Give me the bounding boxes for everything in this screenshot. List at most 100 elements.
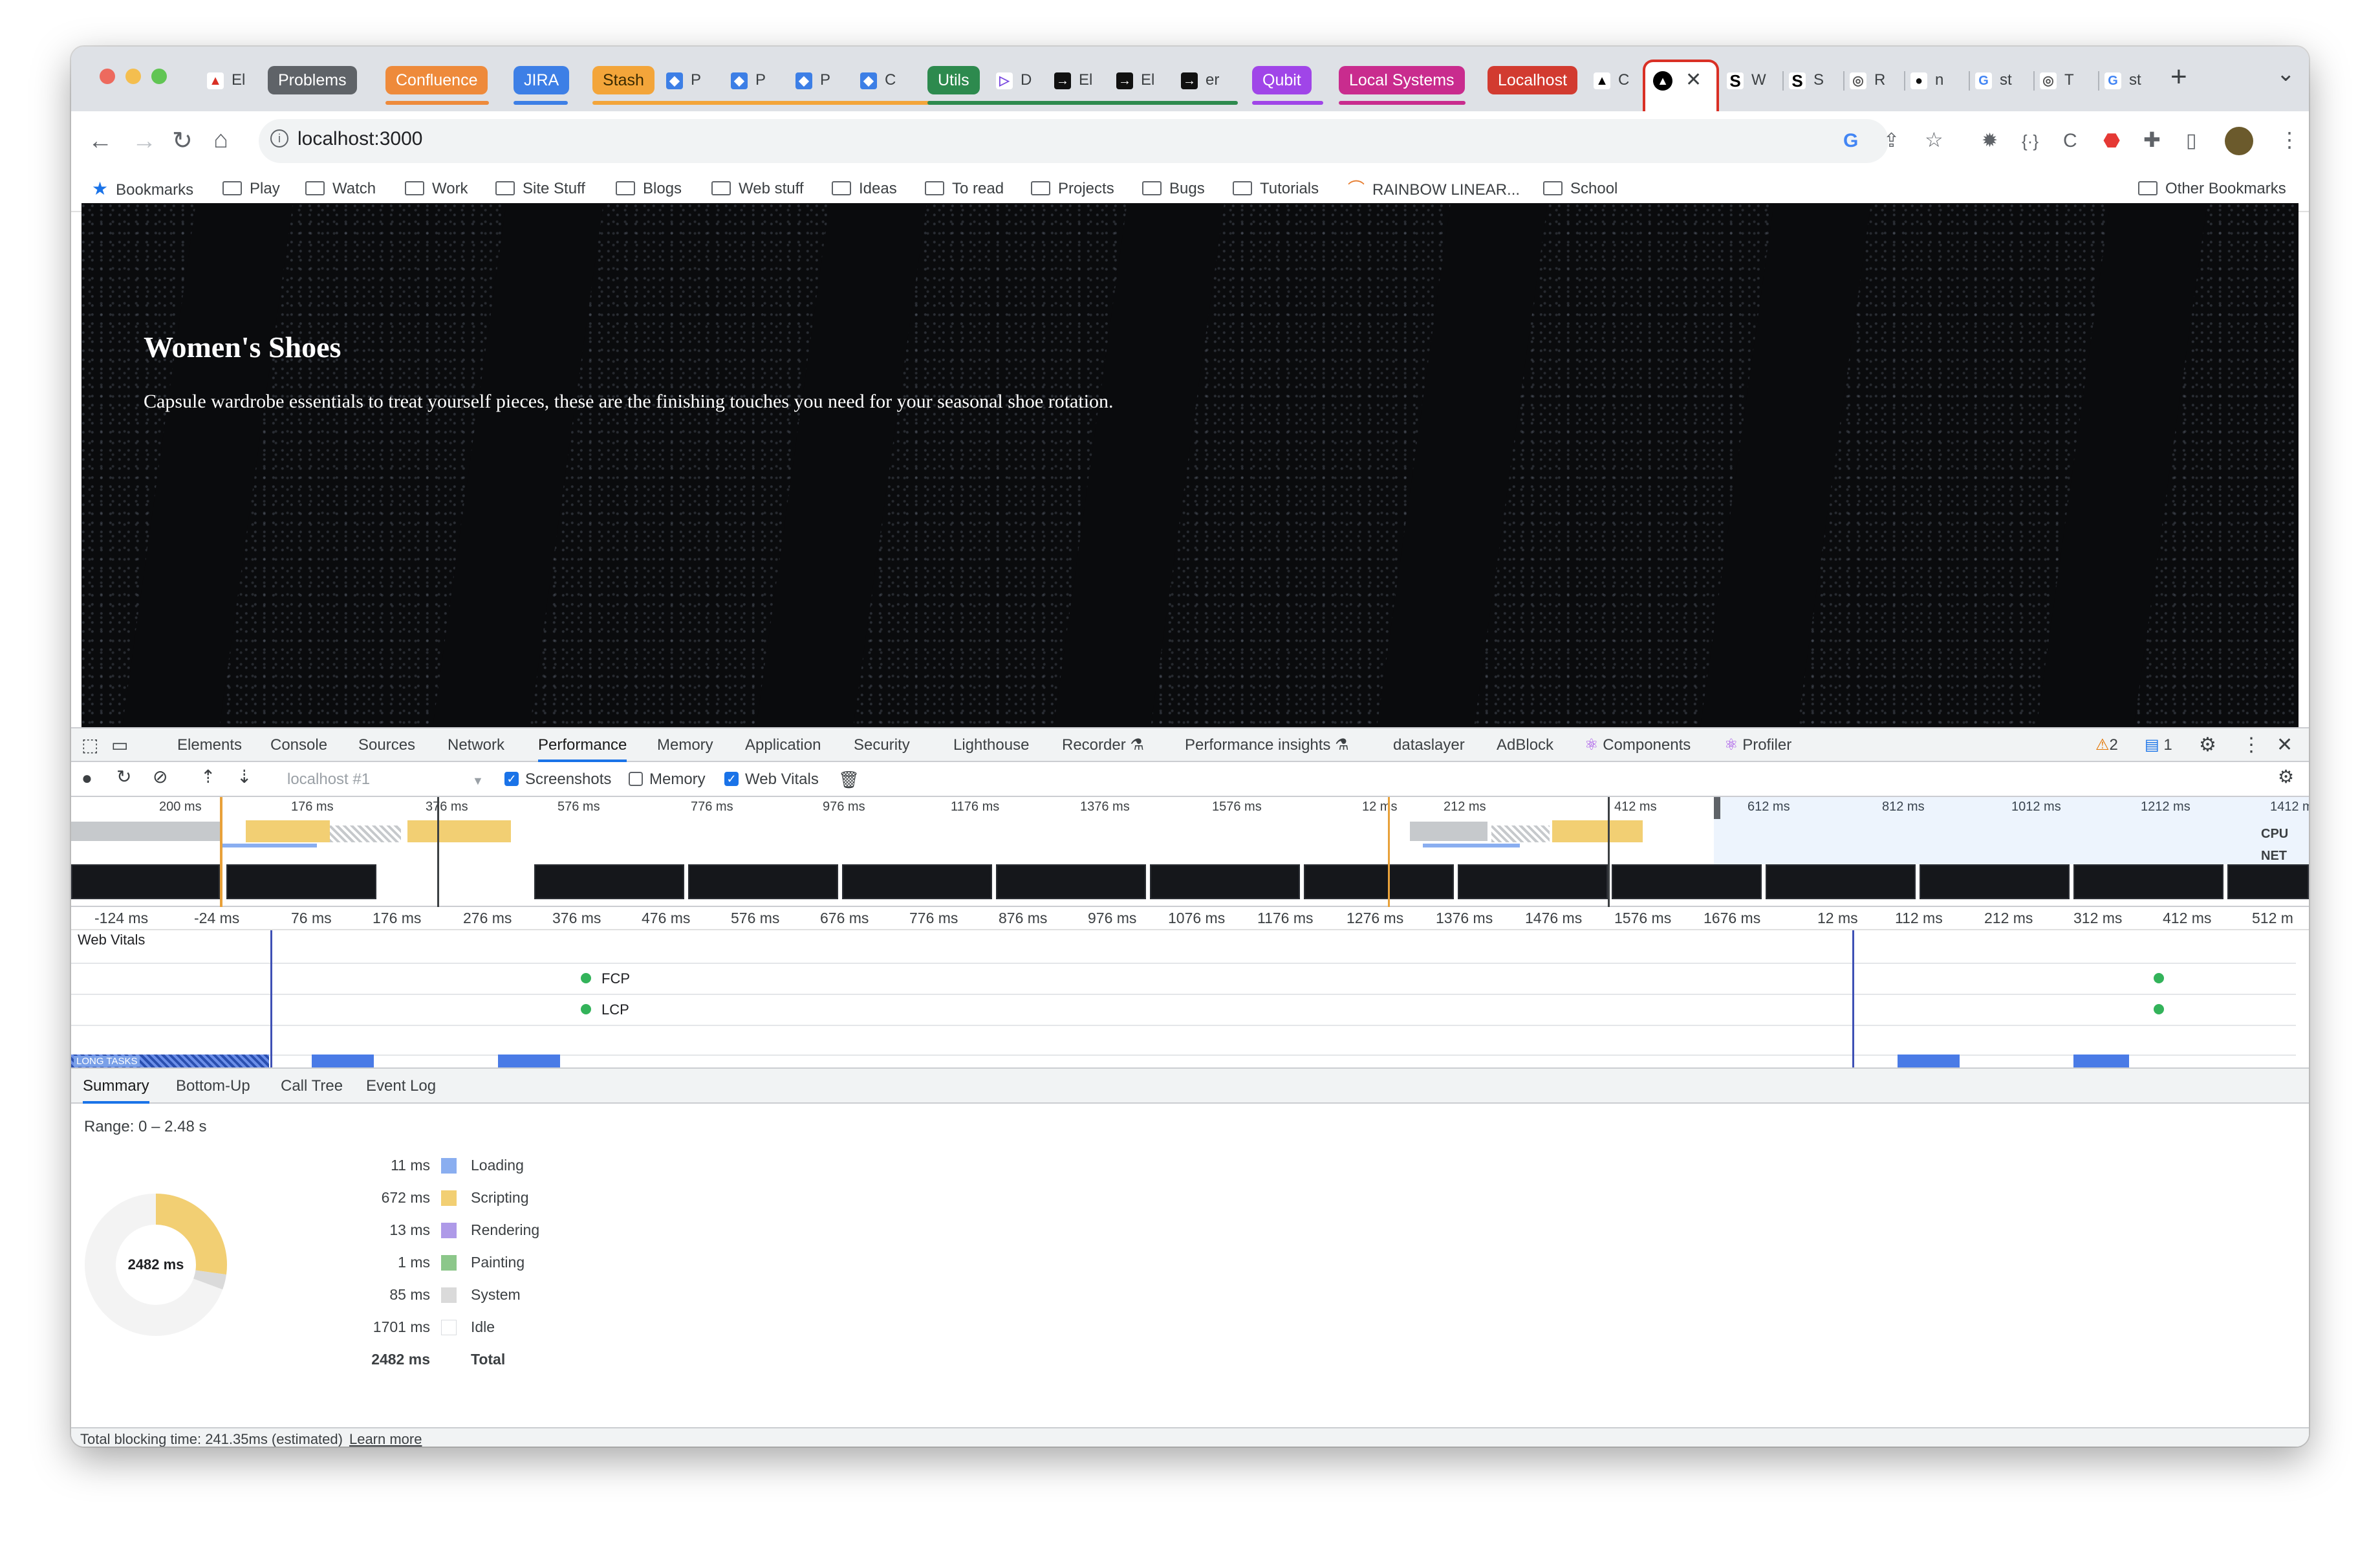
tab-search-dropdown[interactable]: ⌄ <box>2277 61 2295 87</box>
web-vitals-track[interactable]: Web Vitals FCP LCP LONG TASKS <box>71 930 2309 1067</box>
tab-group-problems[interactable]: Problems <box>268 66 357 94</box>
home-button[interactable]: ⌂ <box>213 127 228 153</box>
save-profile-icon[interactable]: ⇣ <box>237 767 252 787</box>
long-task-bar[interactable] <box>2073 1055 2129 1067</box>
screenshot-thumbnail[interactable] <box>1612 864 1762 899</box>
forward-button[interactable]: → <box>132 128 157 154</box>
overview-selection[interactable] <box>1714 797 2309 864</box>
record-button[interactable]: ● <box>81 769 92 788</box>
screenshot-thumbnail[interactable] <box>996 864 1146 899</box>
extension-braces-icon[interactable]: {·} <box>2022 128 2039 154</box>
tab-item[interactable]: Gst <box>2104 65 2156 96</box>
tab-item[interactable]: SS <box>1789 65 1841 96</box>
tab-elements[interactable]: Elements <box>177 728 242 762</box>
bookmark-folder-web-stuff[interactable]: Web stuff <box>711 177 804 201</box>
back-button[interactable]: ← <box>88 128 113 154</box>
screenshot-thumbnail[interactable] <box>1920 864 2070 899</box>
lcp-marker[interactable] <box>581 1004 591 1014</box>
screenshot-thumbnail[interactable] <box>1458 864 1608 899</box>
close-devtools-icon[interactable]: ✕ <box>2277 728 2293 762</box>
tab-item[interactable]: SW <box>1727 65 1779 96</box>
adblock-icon[interactable]: ⬣ <box>2103 128 2120 154</box>
tab-profiler[interactable]: ⚛ Profiler <box>1724 728 1791 762</box>
long-task-bar[interactable] <box>498 1055 560 1067</box>
bookmark-folder-school[interactable]: School <box>1543 177 1617 201</box>
tab-item[interactable]: ● n <box>1910 65 1962 96</box>
zoom-window-button[interactable] <box>151 69 167 84</box>
tab-item[interactable]: ▲ El <box>207 65 252 96</box>
extension-c-icon[interactable]: C <box>2063 128 2077 154</box>
tab-summary[interactable]: Summary <box>83 1069 149 1104</box>
bookmark-folder-tutorials[interactable]: Tutorials <box>1233 177 1319 201</box>
tab-group-qubit[interactable]: Qubit <box>1252 66 1312 94</box>
bookmark-folder-play[interactable]: Play <box>222 177 280 201</box>
screenshot-thumbnail[interactable] <box>2073 864 2223 899</box>
settings-gear-icon[interactable]: ⚙ <box>2199 728 2216 762</box>
tab-item[interactable]: ◆ P <box>795 65 841 96</box>
tab-group-confluence[interactable]: Confluence <box>385 66 488 94</box>
side-panel-icon[interactable]: ▯ <box>2186 128 2197 154</box>
trash-icon[interactable]: 🗑 <box>838 770 860 789</box>
messages-badge[interactable]: ▤ 1 <box>2145 728 2172 762</box>
close-tab-icon[interactable]: ✕ <box>1685 69 1702 91</box>
tab-item[interactable]: ◆ P <box>666 65 711 96</box>
bookmark-folder-blogs[interactable]: Blogs <box>616 177 682 201</box>
minimize-window-button[interactable] <box>125 69 141 84</box>
screenshot-thumbnail[interactable] <box>226 864 376 899</box>
warnings-badge[interactable]: ⚠2 <box>2095 728 2118 762</box>
tab-group-jira[interactable]: JIRA <box>514 66 570 94</box>
site-info-icon[interactable]: i <box>270 129 288 148</box>
fcp-marker[interactable] <box>581 973 591 983</box>
tab-item[interactable]: ▷ D <box>996 65 1041 96</box>
tab-call-tree[interactable]: Call Tree <box>281 1069 343 1104</box>
memory-checkbox[interactable]: Memory <box>629 770 706 789</box>
tab-item[interactable]: ▲ C <box>1594 65 1639 96</box>
close-window-button[interactable] <box>100 69 115 84</box>
inspect-element-icon[interactable]: ⬚ <box>81 728 98 762</box>
long-task-bar[interactable] <box>312 1055 374 1067</box>
tab-group-utils[interactable]: Utils <box>927 66 980 94</box>
profile-select[interactable]: localhost #1 <box>287 770 370 789</box>
load-profile-icon[interactable]: ⇡ <box>200 767 215 787</box>
menu-kebab-icon[interactable]: ⋮ <box>2279 127 2300 153</box>
tab-recorder[interactable]: Recorder ⚗ <box>1062 728 1144 762</box>
tab-item[interactable]: Gst <box>1975 65 2027 96</box>
active-tab[interactable]: ▲ ✕ <box>1643 60 1719 111</box>
tab-dataslayer[interactable]: dataslayer <box>1393 728 1465 762</box>
screenshot-thumbnail[interactable] <box>1150 864 1300 899</box>
bookmark-folder-site-stuff[interactable]: Site Stuff <box>495 177 585 201</box>
url-text[interactable]: localhost:3000 <box>298 128 422 150</box>
selection-handle-right[interactable] <box>1714 797 1720 819</box>
screenshot-thumbnail[interactable] <box>688 864 838 899</box>
tab-item[interactable]: ◆ C <box>860 65 905 96</box>
new-tab-button[interactable]: + <box>2170 61 2187 93</box>
bookmark-folder-watch[interactable]: Watch <box>305 177 376 201</box>
tab-item[interactable]: → El <box>1054 65 1106 96</box>
avatar[interactable] <box>2225 127 2253 155</box>
chevron-down-icon[interactable]: ▼ <box>472 771 484 791</box>
tab-lighthouse[interactable]: Lighthouse <box>953 728 1029 762</box>
extension-gear-icon[interactable]: ✹ <box>1982 128 1998 154</box>
fcp-marker[interactable] <box>2154 973 2164 983</box>
tab-sources[interactable]: Sources <box>358 728 415 762</box>
bookmarks-manager[interactable]: ★ Bookmarks <box>92 177 193 202</box>
bookmark-star-icon[interactable]: ☆ <box>1925 127 1943 153</box>
timeline-overview[interactable]: 200 ms 176 ms 376 ms 576 ms 776 ms 976 m… <box>71 797 2309 907</box>
google-lens-icon[interactable]: G <box>1843 128 1858 154</box>
tab-components[interactable]: ⚛ Components <box>1585 728 1691 762</box>
tab-memory[interactable]: Memory <box>657 728 713 762</box>
bookmark-folder-to-read[interactable]: To read <box>925 177 1004 201</box>
extensions-puzzle-icon[interactable]: ✚ <box>2143 127 2161 153</box>
bookmark-folder-bugs[interactable]: Bugs <box>1142 177 1205 201</box>
reload-button[interactable]: ↻ <box>172 128 193 154</box>
share-icon[interactable]: ⇪ <box>1883 128 1899 154</box>
tab-event-log[interactable]: Event Log <box>366 1069 436 1104</box>
screenshot-thumbnail[interactable] <box>534 864 684 899</box>
device-toolbar-icon[interactable]: ▭ <box>111 728 128 762</box>
bookmark-rainbow-linear[interactable]: ⌒ RAINBOW LINEAR... <box>1348 177 1520 202</box>
tab-item[interactable]: ◎ T <box>2040 65 2092 96</box>
lcp-marker[interactable] <box>2154 1004 2164 1014</box>
clear-button[interactable]: ⊘ <box>153 767 168 787</box>
bookmark-folder-ideas[interactable]: Ideas <box>832 177 897 201</box>
tab-security[interactable]: Security <box>854 728 910 762</box>
